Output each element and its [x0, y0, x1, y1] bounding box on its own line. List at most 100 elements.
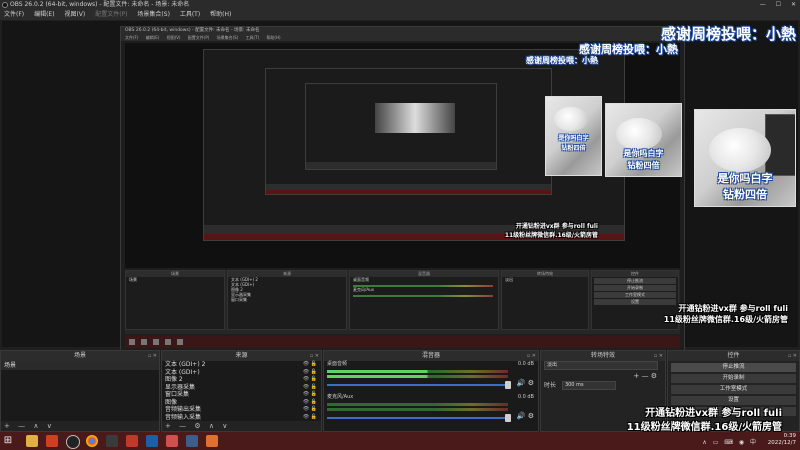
menu-file[interactable]: 文件(F): [4, 11, 24, 18]
steam-icon[interactable]: [186, 435, 198, 447]
move-scene-down-button[interactable]: ∨: [47, 422, 52, 430]
app-icon[interactable]: [106, 435, 118, 447]
menu-edit[interactable]: 编辑(E): [34, 11, 54, 18]
thanks-overlay-echo: 感谢周榜投喂：小熱: [526, 56, 598, 65]
source-item[interactable]: 图像 👁 🔓: [162, 399, 321, 407]
panel-float-icon[interactable]: ▫ ✕: [788, 351, 797, 361]
remove-transition-button[interactable]: —: [641, 372, 648, 380]
obs-taskbar-icon[interactable]: [66, 435, 80, 449]
close-button[interactable]: ✕: [791, 1, 796, 8]
inner-scene-item: 场景: [129, 277, 137, 282]
menu-scene-collection[interactable]: 场景集合(S): [137, 11, 170, 18]
mute-settings-icons[interactable]: 🔊 ⚙: [517, 412, 534, 420]
chrome-icon[interactable]: [86, 435, 98, 447]
inner-menu-item: 编辑(E): [145, 35, 160, 40]
volume-slider-handle[interactable]: [505, 414, 511, 422]
window-controls: — ☐ ✕: [752, 0, 796, 10]
minimize-button[interactable]: —: [760, 1, 766, 8]
inner-menu-item: 工具(T): [245, 35, 260, 40]
transition-properties-button[interactable]: ⚙: [651, 372, 657, 380]
mute-settings-icons[interactable]: 🔊 ⚙: [517, 379, 534, 387]
stop-streaming-button[interactable]: 停止推流: [671, 363, 796, 372]
move-source-down-button[interactable]: ∨: [222, 422, 227, 430]
menu-view[interactable]: 视图(V): [64, 11, 85, 18]
inner-source-item: 窗口采集: [231, 297, 247, 302]
panel-float-icon[interactable]: ▫ ✕: [527, 351, 536, 361]
sources-toolbar: + — ⚙ ∧ ∨: [162, 421, 321, 431]
move-scene-up-button[interactable]: ∧: [33, 422, 38, 430]
source-item[interactable]: 文本 (GDI+) 2 👁 🔓: [162, 361, 321, 369]
source-label: 文本 (GDI+): [165, 368, 200, 376]
visibility-lock-icon[interactable]: 👁 🔓: [303, 369, 317, 377]
menu-profile[interactable]: 配置文件(P): [95, 11, 127, 18]
taskbar-app-icon: [141, 339, 147, 345]
windows-icon: [129, 339, 135, 345]
app-icon[interactable]: [206, 435, 218, 447]
menu-tools[interactable]: 工具(T): [180, 11, 200, 18]
system-tray-icons[interactable]: ∧ ▭ ⌨ ◉ 中: [702, 437, 758, 446]
maximize-button[interactable]: ☐: [776, 1, 781, 8]
photo-caption-1: 是你吗白字: [558, 135, 589, 142]
obs-logo-icon: [2, 2, 8, 8]
app-icon[interactable]: [46, 435, 58, 447]
recursive-tunnel: [375, 103, 455, 133]
visibility-lock-icon[interactable]: 👁 🔓: [303, 376, 317, 384]
volume-slider[interactable]: [327, 381, 511, 389]
mixer-channel-label: 桌面音频 0.0 dB: [324, 361, 538, 368]
menu-help[interactable]: 帮助(H): [210, 11, 231, 18]
preview-canvas[interactable]: OBS 26.0.2 (64-bit, windows) - 配置文件: 未命名…: [2, 21, 798, 363]
audio-meter: [327, 370, 508, 373]
audio-meter: [327, 408, 508, 411]
source-item[interactable]: 窗口采集 👁 🔓: [162, 391, 321, 399]
notice-line-1: 开通钻粉进vx群 参与roll fuli: [645, 408, 782, 419]
notice-echo-line-2: 11级粉丝牌微信群.16级/火箭房管: [504, 232, 598, 239]
transition-buttons-row: + — ⚙: [541, 371, 665, 381]
taskbar-app-icon: [165, 339, 171, 345]
panel-float-icon[interactable]: ▫ ✕: [148, 351, 157, 361]
app-icon[interactable]: [166, 435, 178, 447]
remove-source-button[interactable]: —: [179, 422, 186, 430]
mixer-channel-name: 桌面音频: [327, 361, 348, 367]
source-item[interactable]: 图像 2 👁 🔓: [162, 376, 321, 384]
start-recording-button[interactable]: 开始录制: [671, 374, 796, 383]
visibility-lock-icon[interactable]: 👁 🔓: [303, 361, 317, 369]
source-item[interactable]: 文本 (GDI+) 👁 🔓: [162, 369, 321, 377]
scene-item[interactable]: 场景: [1, 361, 159, 370]
visibility-lock-icon[interactable]: 👁 🔓: [303, 406, 317, 414]
inner-taskbar: [125, 336, 680, 348]
controls-panel-header: 控件 ▫ ✕: [668, 351, 799, 361]
app-icon[interactable]: [126, 435, 138, 447]
windows-start-icon[interactable]: ⊞: [2, 435, 14, 447]
panel-float-icon[interactable]: ▫ ✕: [654, 351, 663, 361]
source-properties-button[interactable]: ⚙: [194, 422, 200, 430]
clock[interactable]: 0:39 2022/12/7: [768, 433, 796, 447]
visibility-lock-icon[interactable]: 👁 🔓: [303, 414, 317, 422]
cat-shape: [616, 118, 662, 150]
inner-transitions-panel: 转场特效 淡出: [501, 270, 589, 330]
sources-panel: 来源 ▫ ✕ 文本 (GDI+) 2 👁 🔓 文本 (GDI+) 👁 🔓 图像 2 👁…: [161, 350, 322, 432]
source-label: 显示器采集: [165, 383, 196, 391]
transition-select[interactable]: 淡出: [544, 361, 658, 370]
visibility-lock-icon[interactable]: 👁 🔓: [303, 391, 317, 399]
add-transition-button[interactable]: +: [633, 372, 639, 380]
duration-input[interactable]: 300 ms: [561, 381, 616, 390]
source-item[interactable]: 音频输入采集 👁 🔓: [162, 414, 321, 422]
inner-dock: 场景 场景 来源 文本 (GDI+) 2 文本 (GDI+) 图像 2 显示器采…: [125, 270, 680, 334]
remove-scene-button[interactable]: —: [18, 422, 25, 430]
duration-row: 时长 300 ms: [541, 381, 665, 391]
studio-mode-button[interactable]: 工作室模式: [671, 385, 796, 394]
source-item[interactable]: 音频输出采集 👁 🔓: [162, 406, 321, 414]
volume-slider[interactable]: [327, 414, 511, 422]
visibility-lock-icon[interactable]: 👁 🔓: [303, 399, 317, 407]
source-item[interactable]: 显示器采集 👁 🔓: [162, 384, 321, 392]
visibility-lock-icon[interactable]: 👁 🔓: [303, 384, 317, 392]
panel-float-icon[interactable]: ▫ ✕: [310, 351, 319, 361]
volume-slider-handle[interactable]: [505, 381, 511, 389]
add-scene-button[interactable]: +: [4, 422, 10, 430]
inner-menu-item: 帮助(H): [266, 35, 281, 40]
move-source-up-button[interactable]: ∧: [209, 422, 214, 430]
add-source-button[interactable]: +: [165, 422, 171, 430]
app-icon[interactable]: [146, 435, 158, 447]
source-label: 音频输入采集: [165, 413, 202, 421]
file-explorer-icon[interactable]: [26, 435, 38, 447]
